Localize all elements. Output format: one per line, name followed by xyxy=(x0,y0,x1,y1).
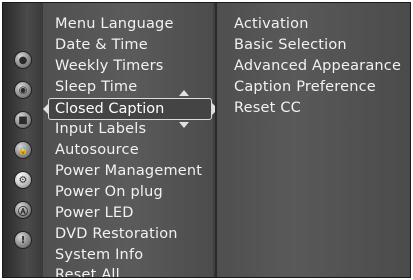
menu-item-power-led[interactable]: Power LED xyxy=(55,203,134,223)
menu-item-date-time[interactable]: Date & Time xyxy=(55,35,148,55)
setup-menu: Menu Language Date & Time Weekly Timers … xyxy=(43,3,218,277)
menu-item-sleep-time[interactable]: Sleep Time xyxy=(55,77,137,97)
down-arrow-icon xyxy=(179,122,189,128)
menu-item-autosource[interactable]: Autosource xyxy=(55,140,139,160)
menu-item-dvd-restoration[interactable]: DVD Restoration xyxy=(55,224,178,244)
menu-item-reset-all[interactable]: Reset All xyxy=(55,265,120,277)
application-icon[interactable]: Ⓐ xyxy=(14,201,32,219)
lock-icon[interactable]: 🔒 xyxy=(14,141,32,159)
sound-icon-glyph: ◉ xyxy=(18,84,28,96)
submenu-item-advanced-appearance[interactable]: Advanced Appearance xyxy=(234,56,401,76)
setup-icon-glyph: ⚙ xyxy=(18,174,28,186)
selected-item-label: Closed Caption xyxy=(55,101,165,117)
info-icon[interactable]: ! xyxy=(14,231,32,249)
channel-icon[interactable]: ■ xyxy=(14,111,32,129)
info-icon-glyph: ! xyxy=(20,234,26,246)
picture-icon[interactable]: ● xyxy=(14,51,32,69)
setup-icon[interactable]: ⚙ xyxy=(14,171,32,189)
category-icon-rail: ● ◉ ■ 🔒 ⚙ Ⓐ ! xyxy=(3,3,43,277)
application-icon-glyph: Ⓐ xyxy=(18,206,28,218)
menu-item-power-on-plug[interactable]: Power On plug xyxy=(55,182,163,202)
lock-icon-glyph: 🔒 xyxy=(18,145,28,155)
menu-item-menu-language[interactable]: Menu Language xyxy=(55,14,174,34)
submenu-item-reset-cc[interactable]: Reset CC xyxy=(234,98,301,118)
up-arrow-icon xyxy=(179,90,189,96)
closed-caption-submenu: Activation Basic Selection Advanced Appe… xyxy=(215,3,410,277)
tv-settings-screen: ● ◉ ■ 🔒 ⚙ Ⓐ ! Menu Language Date & Time … xyxy=(2,2,411,278)
menu-item-closed-caption[interactable]: Closed Caption xyxy=(43,90,218,128)
menu-item-weekly-timers[interactable]: Weekly Timers xyxy=(55,56,164,76)
submenu-item-caption-preference[interactable]: Caption Preference xyxy=(234,77,376,97)
submenu-item-basic-selection[interactable]: Basic Selection xyxy=(234,35,347,55)
left-arrow-icon xyxy=(43,103,49,115)
submenu-item-activation[interactable]: Activation xyxy=(234,14,309,34)
menu-item-system-info[interactable]: System Info xyxy=(55,245,143,265)
picture-icon-glyph: ● xyxy=(18,54,28,66)
menu-item-power-management[interactable]: Power Management xyxy=(55,161,202,181)
menu-item-input-labels[interactable]: Input Labels xyxy=(55,119,146,139)
sound-icon[interactable]: ◉ xyxy=(14,81,32,99)
channel-icon-glyph: ■ xyxy=(18,114,28,126)
